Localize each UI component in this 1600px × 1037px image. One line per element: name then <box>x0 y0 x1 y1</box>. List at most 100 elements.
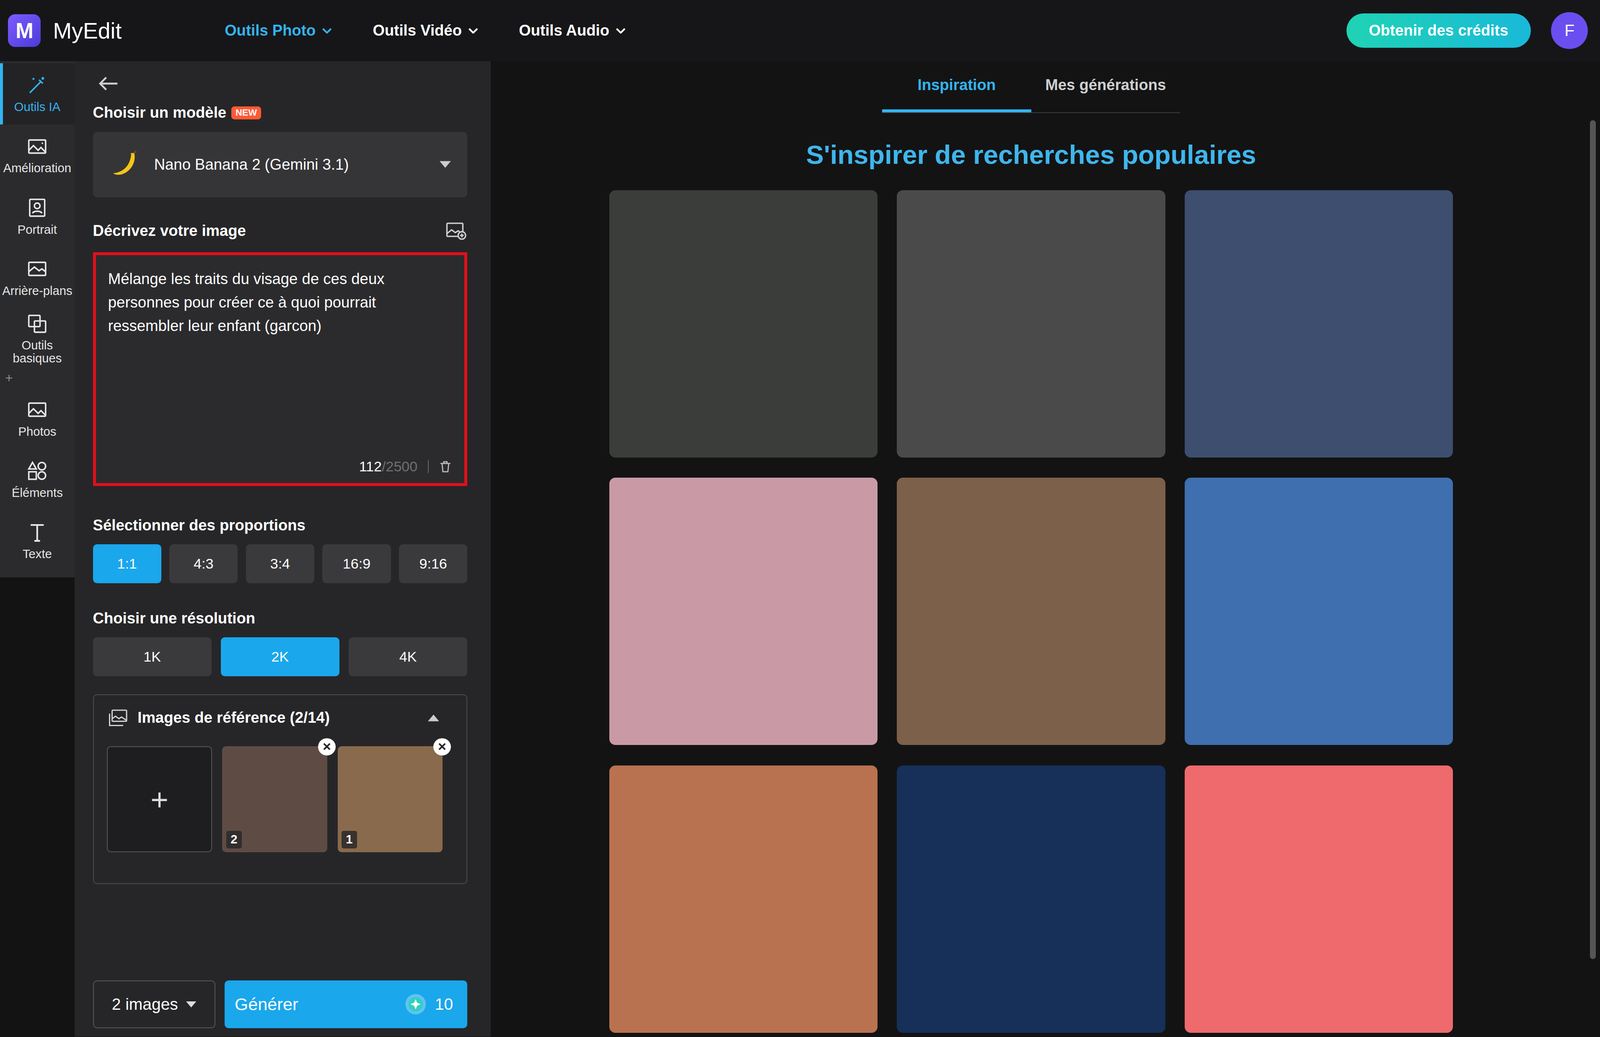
prompt-text[interactable]: Mélange les traits du visage de ces deux… <box>108 267 453 338</box>
inspiration-gallery <box>609 190 1454 1034</box>
inspiration-card[interactable] <box>896 190 1166 458</box>
rail-item[interactable]: Photos <box>0 387 75 449</box>
resolution-heading: Choisir une résolution <box>93 609 468 628</box>
reference-title[interactable]: Images de référence (2/14) <box>137 709 428 727</box>
remove-button[interactable]: × <box>318 738 336 756</box>
inspiration-card[interactable] <box>609 765 878 1034</box>
credit-icon <box>404 993 428 1016</box>
prompt-heading: Décrivez votre image <box>93 219 468 243</box>
ai-tools-icon <box>25 74 49 97</box>
rail-item[interactable]: Arrière-plans <box>0 246 75 309</box>
new-badge: NEW <box>231 106 262 120</box>
rail-item[interactable]: Outils IA <box>0 63 75 125</box>
caret-down-icon <box>186 1001 197 1008</box>
tab[interactable]: Inspiration <box>882 61 1032 113</box>
reference-thumbnails: +×2×1 <box>106 746 450 853</box>
ratio-option[interactable]: 4:3 <box>169 544 238 584</box>
top-right: Obtenir des crédits F <box>1346 12 1588 50</box>
reference-image[interactable]: ×1 <box>337 746 443 853</box>
resolution-option[interactable]: 4K <box>348 637 468 677</box>
resolution-option[interactable]: 2K <box>220 637 340 677</box>
inspiration-area: InspirationMes générationsS'inspirer de … <box>490 61 1600 1037</box>
nav-item[interactable]: Outils Photo <box>224 21 332 40</box>
rail-label[interactable]: Portrait <box>17 223 57 237</box>
inspiration-card[interactable] <box>896 765 1166 1034</box>
rail-label[interactable]: Outils IA <box>14 100 61 114</box>
rail-label[interactable]: Outils basiques <box>0 339 75 365</box>
nav-item[interactable]: Outils Audio <box>518 21 626 40</box>
inspiration-card[interactable] <box>896 477 1166 746</box>
reference-image[interactable]: ×2 <box>222 746 328 853</box>
portrait-icon <box>25 196 49 220</box>
enhance-icon <box>25 135 49 158</box>
rail-item[interactable]: Portrait <box>0 185 75 247</box>
rail-item[interactable]: Amélioration <box>0 124 75 186</box>
back-button[interactable] <box>93 71 468 96</box>
image-number: 2 <box>226 831 242 849</box>
logo[interactable]: M MyEdit <box>7 14 122 47</box>
basic-tools-icon <box>25 312 49 336</box>
add-reference-button[interactable]: + <box>106 746 213 853</box>
rail-label[interactable]: Éléments <box>11 486 63 500</box>
banana-icon <box>109 149 140 180</box>
avatar[interactable]: F <box>1550 12 1588 50</box>
myedit-app: M MyEdit Outils Photo Outils Vidéo Outils Au… <box>0 0 1600 1037</box>
ratio-option[interactable]: 16:9 <box>322 544 391 584</box>
image-add-icon <box>445 219 468 243</box>
ratio-option[interactable]: 1:1 <box>93 544 162 584</box>
counter-divider <box>427 460 429 474</box>
model-name[interactable]: Nano Banana 2 (Gemini 3.1) <box>154 155 441 174</box>
credits-button[interactable]: Obtenir des crédits <box>1346 13 1531 49</box>
inspiration-card[interactable] <box>1184 190 1453 458</box>
ratio-options: 1:14:33:416:99:16 <box>93 544 468 584</box>
ratio-option[interactable]: 9:16 <box>398 544 468 584</box>
trash-icon <box>438 459 453 474</box>
inspiration-card[interactable] <box>1184 765 1453 1034</box>
inspiration-card[interactable] <box>609 190 878 458</box>
heading-text: Décrivez votre image <box>93 222 446 240</box>
inspiration-card[interactable] <box>609 477 878 746</box>
rail-item[interactable]: Texte <box>0 510 75 572</box>
chevron-down-icon <box>468 27 479 34</box>
nav-label[interactable]: Outils Photo <box>224 21 316 40</box>
rail-label[interactable]: Amélioration <box>3 161 72 175</box>
logo-name[interactable]: MyEdit <box>53 18 122 44</box>
nav-label[interactable]: Outils Audio <box>518 21 610 40</box>
rail-label[interactable]: Arrière-plans <box>2 284 73 298</box>
chevron-down-icon <box>615 27 626 34</box>
remove-button[interactable]: × <box>433 738 451 756</box>
reference-header[interactable]: Images de référence (2/14) <box>106 707 450 729</box>
rail-item[interactable]: Outils basiques <box>0 308 75 370</box>
resolution-option[interactable]: 1K <box>93 637 212 677</box>
rail-label[interactable]: Texte <box>22 547 52 561</box>
tool-rail: Outils IA Amélioration Portrait Arrière-pla… <box>0 61 75 1037</box>
counter-max: /2500 <box>381 458 418 475</box>
tab-bar: InspirationMes générations <box>882 61 1181 114</box>
photos-icon <box>25 398 49 422</box>
scrollbar[interactable] <box>1589 120 1597 960</box>
text-icon <box>25 521 49 544</box>
top-bar: M MyEdit Outils Photo Outils Vidéo Outils Au… <box>0 0 1600 62</box>
generate-label[interactable]: Générer <box>234 994 405 1015</box>
rail-label[interactable]: Photos <box>18 425 57 439</box>
generate-button[interactable]: Générer 10 <box>224 980 468 1029</box>
logo-mark[interactable]: M <box>7 14 41 47</box>
char-counter: 112/2500 <box>108 458 453 475</box>
resolution-options: 1K2K4K <box>93 637 468 677</box>
cost-value: 10 <box>434 995 454 1014</box>
image-count-select[interactable]: 2 images <box>93 980 216 1029</box>
rail-item[interactable]: Éléments <box>0 448 75 511</box>
model-dropdown[interactable]: Nano Banana 2 (Gemini 3.1) <box>93 132 468 198</box>
prompt-field[interactable]: Mélange les traits du visage de ces deux… <box>93 252 468 487</box>
chevron-down-icon <box>321 27 332 34</box>
inspiration-card[interactable] <box>1184 477 1453 746</box>
generate-bar: 2 images Générer 10 <box>93 980 468 1029</box>
nav-label[interactable]: Outils Vidéo <box>372 21 462 40</box>
background-icon <box>25 257 49 281</box>
tab[interactable]: Mes générations <box>1031 61 1181 113</box>
count-label[interactable]: 2 images <box>111 995 179 1014</box>
ratio-option[interactable]: 3:4 <box>245 544 315 584</box>
nav-item[interactable]: Outils Vidéo <box>372 21 479 40</box>
heading-text: Choisir un modèle <box>93 103 227 122</box>
image-number: 1 <box>341 831 358 849</box>
